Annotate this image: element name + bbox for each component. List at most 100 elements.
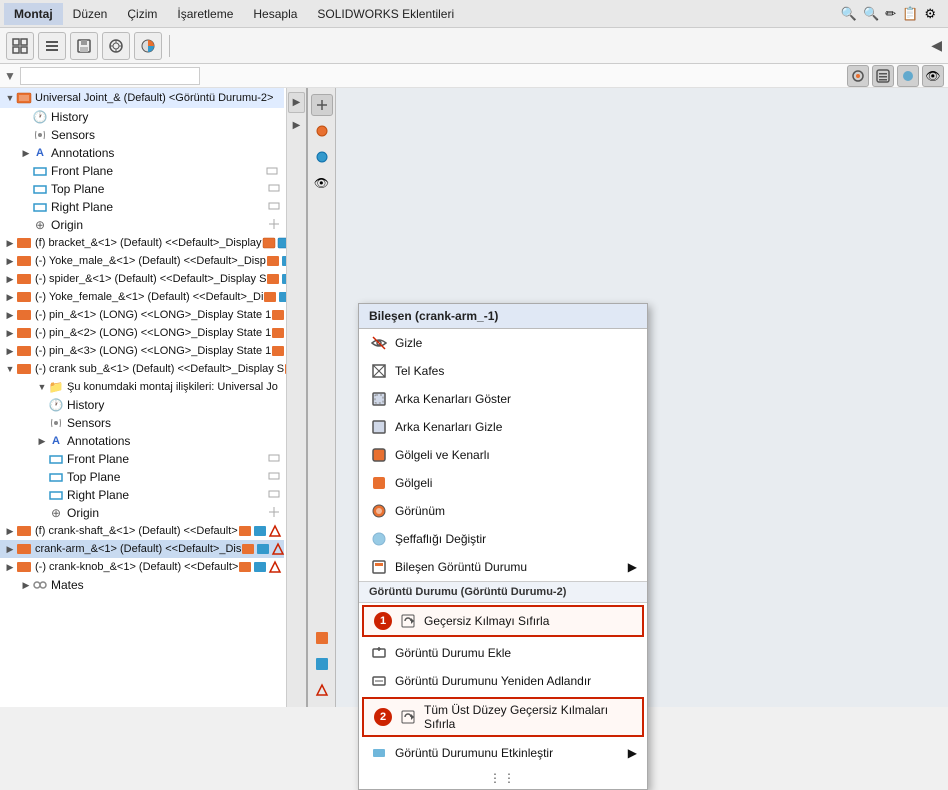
toolbar-btn-grid[interactable] — [6, 32, 34, 60]
tree-bracket[interactable]: ▶ (f) bracket_&<1> (Default) <<Default>_… — [0, 234, 284, 252]
rightplane2-label: Right Plane — [67, 488, 129, 502]
menu-isaretleme[interactable]: İşaretleme — [167, 3, 243, 25]
toolbar-gear-icon[interactable]: ⚙ — [924, 6, 936, 22]
su-konum-expander[interactable]: ▼ — [36, 381, 48, 393]
filter-input[interactable] — [20, 67, 200, 85]
tool-btn2[interactable] — [311, 120, 333, 142]
cm-golgeli-kenarli[interactable]: Gölgeli ve Kenarlı — [359, 441, 647, 469]
cm-goruntu-yeniden[interactable]: Görüntü Durumunu Yeniden Adlandır — [359, 667, 647, 695]
toolbar-search2-icon[interactable]: 🔍 — [863, 6, 879, 22]
tree-frontplane1[interactable]: ▶ Front Plane — [0, 162, 284, 180]
toolbar-search-icon[interactable]: 🔍 — [841, 6, 857, 22]
menu-hesapla[interactable]: Hesapla — [243, 3, 307, 25]
pin3-expander[interactable]: ▶ — [4, 345, 16, 357]
cm-more[interactable]: ⋮⋮ — [359, 767, 647, 789]
view-toggle-btn4[interactable]: 👁 — [922, 65, 944, 87]
tool-btn6[interactable] — [311, 653, 333, 675]
spider-expander[interactable]: ▶ — [4, 273, 16, 285]
tree-pin2[interactable]: ▶ (-) pin_&<2> (LONG) <<LONG>_Display St… — [0, 324, 284, 342]
cm-golgeli[interactable]: Gölgeli — [359, 469, 647, 497]
tree-crankshaft[interactable]: ▶ (f) crank-shaft_&<1> (Default) <<Defau… — [0, 522, 284, 540]
panel-tab1[interactable]: ▶ — [288, 92, 305, 113]
menu-eklentiler[interactable]: SOLIDWORKS Eklentileri — [307, 3, 464, 25]
toolbar-pencil-icon[interactable]: ✏ — [885, 6, 896, 22]
tree-su-konum[interactable]: ▼ 📁 Şu konumdaki montaj ilişkileri: Univ… — [0, 378, 284, 396]
crankarm-expander[interactable]: ▶ — [4, 543, 16, 555]
tree-origin2[interactable]: ▶ ⊕ Origin — [0, 504, 284, 522]
toolbar-btn-pie[interactable] — [134, 32, 162, 60]
yoke-female-expander[interactable]: ▶ — [4, 291, 16, 303]
history2-label: History — [67, 398, 104, 412]
toolbar-collapse-btn[interactable]: ◀ — [931, 37, 942, 54]
view-toggle-btn3[interactable] — [897, 65, 919, 87]
tree-spider[interactable]: ▶ (-) spider_&<1> (Default) <<Default>_D… — [0, 270, 284, 288]
tree-yoke-male[interactable]: ▶ (-) Yoke_male_&<1> (Default) <<Default… — [0, 252, 284, 270]
cm-goruntu-ekle[interactable]: Görüntü Durumu Ekle — [359, 639, 647, 667]
tree-sensors2[interactable]: ▶ Sensors — [0, 414, 284, 432]
crankknob-icon — [16, 559, 32, 575]
tree-crank-sub[interactable]: ▼ (-) crank sub_&<1> (Default) <<Default… — [0, 360, 284, 378]
cm-gizle[interactable]: Gizle — [359, 329, 647, 357]
tool-btn7[interactable] — [311, 679, 333, 701]
tree-crankknob[interactable]: ▶ (-) crank-knob_&<1> (Default) <<Defaul… — [0, 558, 284, 576]
view-toggle-btn1[interactable] — [847, 65, 869, 87]
frontplane2-right-icon — [268, 452, 280, 464]
tree-rightplane1[interactable]: ▶ Right Plane — [0, 198, 284, 216]
tree-root-node[interactable]: ▼ Universal Joint_& (Default) <Görüntü D… — [0, 88, 284, 108]
tree-annotations1[interactable]: ▶ A Annotations — [0, 144, 284, 162]
view-toggle-btn2[interactable] — [872, 65, 894, 87]
tree-annotations2[interactable]: ▶ A Annotations — [0, 432, 284, 450]
tree-pin1[interactable]: ▶ (-) pin_&<1> (LONG) <<LONG>_Display St… — [0, 306, 284, 324]
panel-tab2[interactable]: ▶ — [289, 116, 304, 135]
cm-gecersiz-sifirla[interactable]: 1 Geçersiz Kılmayı Sıfırla — [364, 607, 642, 635]
menu-montaj[interactable]: Montaj — [4, 3, 63, 25]
tree-frontplane2[interactable]: ▶ Front Plane — [0, 450, 284, 468]
tree-yoke-female[interactable]: ▶ (-) Yoke_female_&<1> (Default) <<Defau… — [0, 288, 284, 306]
mates-expander[interactable]: ▶ — [20, 579, 32, 591]
topplane1-icon — [32, 181, 48, 197]
root-expander[interactable]: ▼ — [4, 92, 16, 104]
tree-topplane2[interactable]: ▶ Top Plane — [0, 468, 284, 486]
cm-arka-kenar-goster[interactable]: Arka Kenarları Göster — [359, 385, 647, 413]
pin2-expander[interactable]: ▶ — [4, 327, 16, 339]
cm-seffafligi[interactable]: Şeffaflığı Değiştir — [359, 525, 647, 553]
feature-tree-panel: ▶ ▶ ▼ Universal Joint_& (Default) <Görün… — [0, 88, 308, 707]
cm-goruntu-etkinlestir[interactable]: Görüntü Durumunu Etkinleştir ▶ — [359, 739, 647, 767]
tool-btn1[interactable] — [311, 94, 333, 116]
tool-btn4[interactable]: 👁 — [311, 172, 333, 194]
toolbar-btn-list[interactable] — [38, 32, 66, 60]
frontplane1-label: Front Plane — [51, 164, 113, 178]
pin1-expander[interactable]: ▶ — [4, 309, 16, 321]
annotations2-expander[interactable]: ▶ — [36, 435, 48, 447]
toolbar-clipboard-icon[interactable]: 📋 — [902, 6, 918, 22]
cm-tum-ust-gecersiz[interactable]: 2 Tüm Üst Düzey Geçersiz Kılmaları Sıfır… — [364, 699, 642, 735]
tree-mates[interactable]: ▶ Mates — [0, 576, 284, 594]
bracket-expander[interactable]: ▶ — [4, 237, 16, 249]
cm-arka-kenar-gizle[interactable]: Arka Kenarları Gizle — [359, 413, 647, 441]
cm-bilesen-goruntu[interactable]: Bileşen Görüntü Durumu ▶ — [359, 553, 647, 581]
tree-history1[interactable]: ▶ 🕐 History — [0, 108, 284, 126]
menu-cizim[interactable]: Çizim — [117, 3, 167, 25]
menu-duzen[interactable]: Düzen — [63, 3, 118, 25]
cm-gorunum[interactable]: Görünüm — [359, 497, 647, 525]
annotations1-expander[interactable]: ▶ — [20, 147, 32, 159]
crank-sub-icon — [16, 361, 32, 377]
crank-sub-expander[interactable]: ▼ — [4, 363, 16, 375]
crankshaft-expander[interactable]: ▶ — [4, 525, 16, 537]
toolbar-btn-target[interactable] — [102, 32, 130, 60]
toolbar-btn-save[interactable] — [70, 32, 98, 60]
cm-goruntu-etkinlestir-icon — [369, 743, 389, 763]
cm-tel-kafes[interactable]: Tel Kafes — [359, 357, 647, 385]
crankknob-expander[interactable]: ▶ — [4, 561, 16, 573]
yoke-male-expander[interactable]: ▶ — [4, 255, 16, 267]
tree-pin3[interactable]: ▶ (-) pin_&<3> (LONG) <<LONG>_Display St… — [0, 342, 284, 360]
tree-history2[interactable]: ▶ 🕐 History — [0, 396, 284, 414]
tool-btn5[interactable] — [311, 627, 333, 649]
tool-btn3[interactable] — [311, 146, 333, 168]
tree-topplane1[interactable]: ▶ Top Plane — [0, 180, 284, 198]
tree-crankarm[interactable]: ▶ crank-arm_&<1> (Default) <<Default>_Di… — [0, 540, 284, 558]
tree-rightplane2[interactable]: ▶ Right Plane — [0, 486, 284, 504]
tree-sensors1[interactable]: ▶ Sensors — [0, 126, 284, 144]
crankknob-right-icons — [238, 560, 282, 574]
tree-origin1[interactable]: ▶ ⊕ Origin — [0, 216, 284, 234]
